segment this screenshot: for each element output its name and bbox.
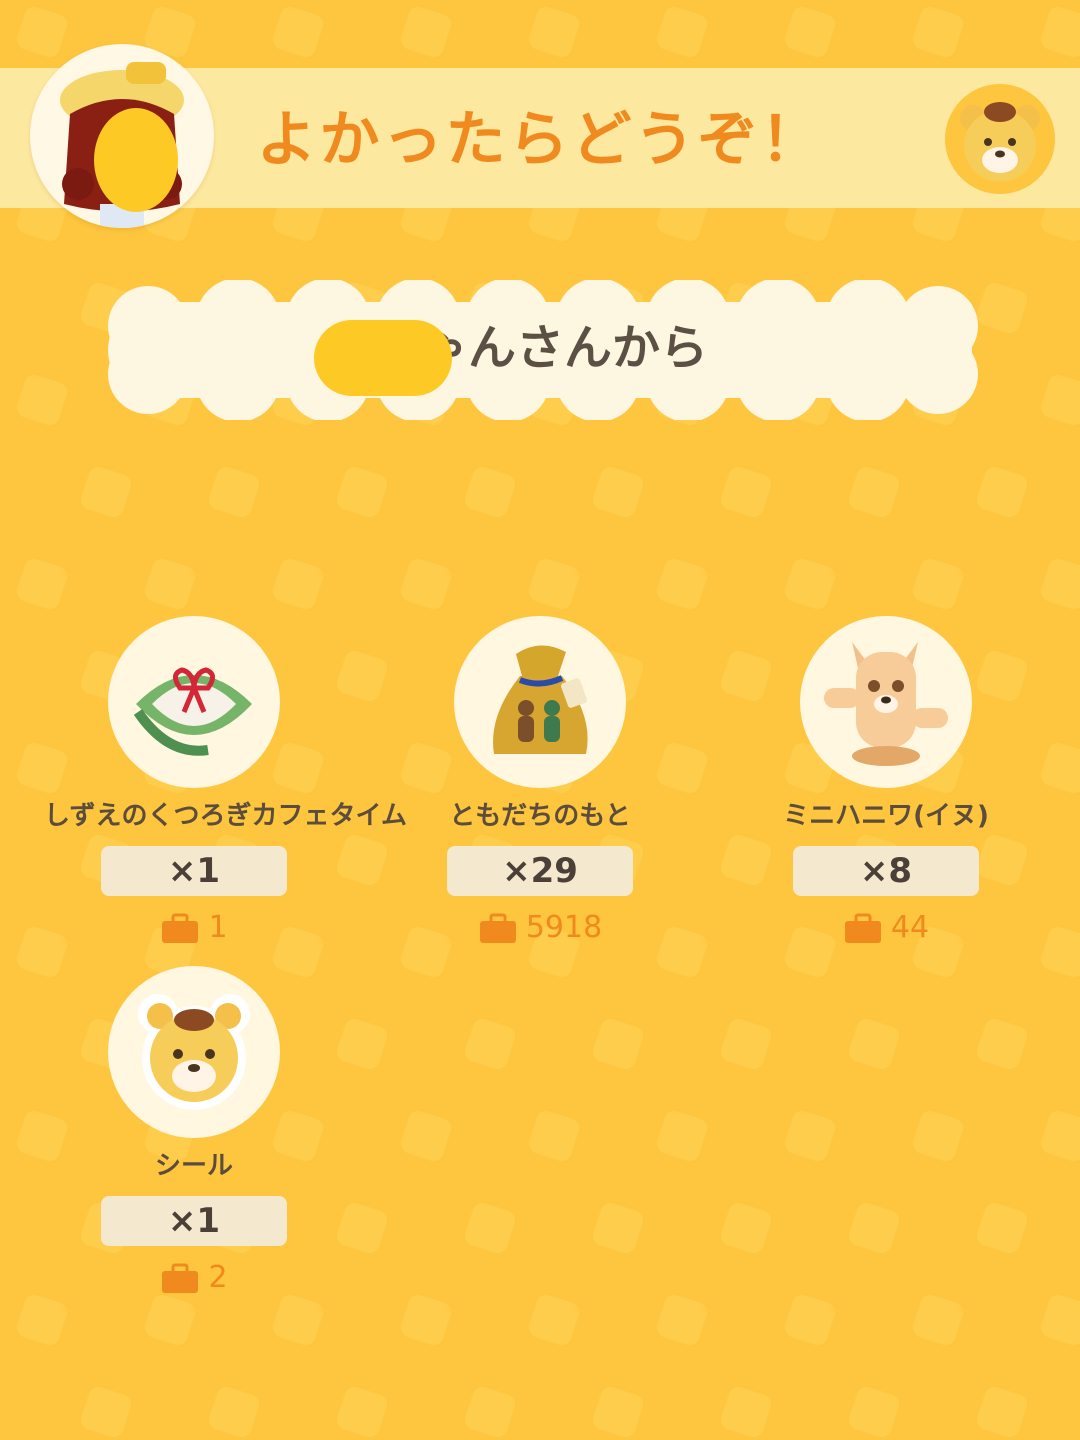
sender-banner: ちゃんさんから: [78, 280, 1002, 420]
sender-label: ちゃんさんから: [371, 320, 708, 376]
gift-item-icon: [108, 616, 280, 788]
background-shape: [590, 1200, 646, 1256]
owned-count-value: 44: [890, 910, 930, 945]
background-shape: [526, 4, 582, 60]
background-shape: [526, 1108, 582, 1164]
owned-count: 2: [44, 1258, 344, 1298]
player-avatar[interactable]: [30, 44, 214, 228]
background-shape: [846, 1384, 902, 1440]
bag-icon: [162, 1263, 199, 1293]
background-shape: [654, 1292, 710, 1348]
background-shape: [526, 556, 582, 612]
background-shape: [654, 4, 710, 60]
background-shape: [718, 464, 774, 520]
background-shape: [398, 1292, 454, 1348]
background-shape: [1038, 740, 1080, 796]
item-quantity: ×8: [793, 846, 979, 896]
background-shape: [398, 556, 454, 612]
background-shape: [462, 1200, 518, 1256]
owned-count: 1: [44, 908, 344, 948]
background-shape: [910, 1292, 966, 1348]
background-shape: [334, 1384, 390, 1440]
background-shape: [1038, 556, 1080, 612]
background-shape: [398, 1108, 454, 1164]
background-shape: [1038, 1108, 1080, 1164]
owned-count-value: 5918: [525, 910, 603, 945]
background-shape: [334, 464, 390, 520]
background-shape: [974, 1200, 1030, 1256]
background-shape: [782, 4, 838, 60]
background-shape: [846, 1200, 902, 1256]
background-shape: [462, 1384, 518, 1440]
background-shape: [1038, 372, 1080, 428]
background-shape: [142, 1292, 198, 1348]
bag-icon: [844, 913, 881, 943]
background-shape: [654, 556, 710, 612]
gift-item[interactable]: しずえのくつろぎカフェタイム ×1 1: [44, 616, 407, 948]
sender-name-redaction: [314, 320, 452, 396]
background-shape: [782, 1292, 838, 1348]
bear-sticker-icon: [108, 966, 280, 1138]
background-shape: [782, 1108, 838, 1164]
background-shape: [654, 1108, 710, 1164]
bear-mascot-icon[interactable]: [945, 84, 1055, 194]
background-shape: [462, 1016, 518, 1072]
background-shape: [78, 464, 134, 520]
background-shape: [590, 1384, 646, 1440]
avatar-image: [60, 62, 184, 228]
background-shape: [462, 464, 518, 520]
background-shape: [1038, 1292, 1080, 1348]
bag-icon: [162, 913, 199, 943]
owned-count-value: 2: [208, 1260, 228, 1295]
background-shape: [974, 464, 1030, 520]
haniwa-item[interactable]: ミニハニワ(イヌ) ×8 44: [736, 616, 1036, 948]
background-shape: [78, 1384, 134, 1440]
background-shape: [270, 1292, 326, 1348]
item-name: ともだちのもと: [449, 801, 631, 831]
background-shape: [718, 1384, 774, 1440]
background-shape: [14, 1292, 70, 1348]
haniwa-dog-icon: [800, 616, 972, 788]
background-shape: [782, 556, 838, 612]
background-shape: [846, 1016, 902, 1072]
sticker-item[interactable]: シール ×1 2: [44, 966, 344, 1298]
background-shape: [974, 1016, 1030, 1072]
item-name: しずえのくつろぎカフェタイム: [44, 801, 407, 831]
friend-bag-item[interactable]: ともだちのもと ×29 5918: [390, 616, 690, 948]
background-shape: [206, 1384, 262, 1440]
background-shape: [974, 1384, 1030, 1440]
background-shape: [910, 1108, 966, 1164]
item-quantity: ×1: [101, 1196, 287, 1246]
item-name: ミニハニワ(イヌ): [783, 801, 989, 831]
owned-count-value: 1: [208, 910, 228, 945]
owned-count: 44: [736, 908, 1036, 948]
background-shape: [206, 464, 262, 520]
background-shape: [526, 1292, 582, 1348]
background-shape: [590, 1016, 646, 1072]
owned-count: 5918: [390, 908, 690, 948]
friend-bag-icon: [454, 616, 626, 788]
background-shape: [14, 372, 70, 428]
background-shape: [14, 4, 70, 60]
item-name: シール: [154, 1151, 233, 1181]
background-shape: [590, 464, 646, 520]
bag-icon: [479, 913, 516, 943]
background-shape: [14, 556, 70, 612]
background-shape: [142, 556, 198, 612]
background-shape: [270, 4, 326, 60]
item-quantity: ×1: [101, 846, 287, 896]
background-shape: [718, 1200, 774, 1256]
background-shape: [910, 556, 966, 612]
background-shape: [1038, 4, 1080, 60]
background-shape: [846, 464, 902, 520]
background-shape: [718, 1016, 774, 1072]
background-shape: [270, 556, 326, 612]
item-quantity: ×29: [447, 846, 633, 896]
background-shape: [910, 4, 966, 60]
background-shape: [398, 4, 454, 60]
background-shape: [1038, 924, 1080, 980]
